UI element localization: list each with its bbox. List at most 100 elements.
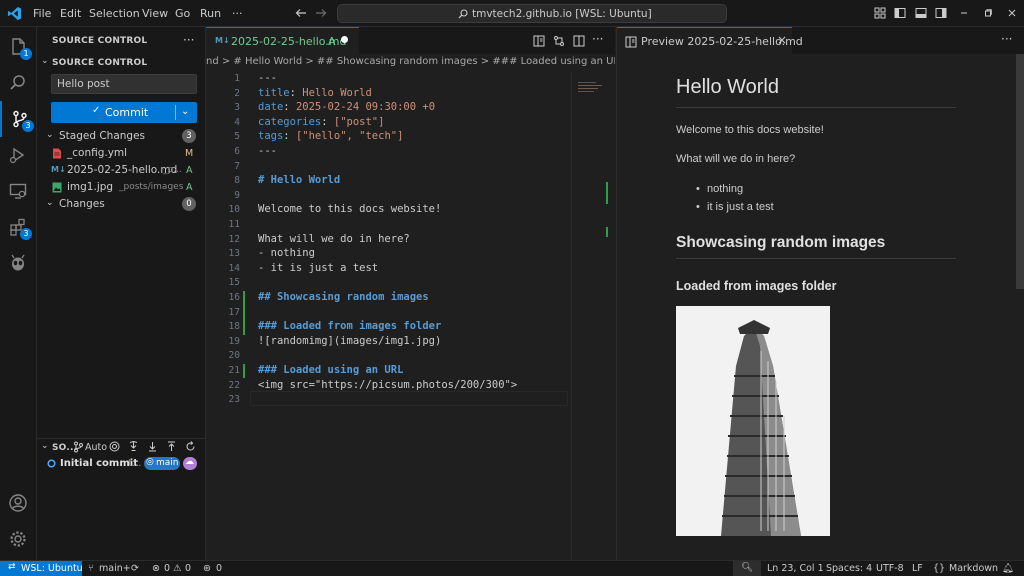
activity-manage[interactable] <box>0 521 37 557</box>
chevron-down-icon[interactable]: ⌄ <box>46 198 54 208</box>
back-arrow-icon[interactable] <box>295 7 307 19</box>
remote-icon: ⇄ <box>8 562 16 572</box>
pull-icon[interactable] <box>147 441 158 452</box>
preview-h2: Showcasing random images <box>676 234 886 251</box>
fetch-icon[interactable] <box>128 441 139 452</box>
source-control-sidebar: SOURCE CONTROL ··· ⌄ SOURCE CONTROL Hell… <box>37 27 206 560</box>
code-line: Welcome to this docs website! <box>258 203 442 216</box>
branch-badge-label: main <box>156 458 179 468</box>
h1-rule <box>676 107 956 108</box>
chevron-down-icon[interactable]: ⌄ <box>41 441 49 451</box>
branch-icon[interactable] <box>73 441 83 453</box>
list-item[interactable]: M↓ 2025-02-25-hello.md _p... A <box>37 162 206 179</box>
minimap[interactable] <box>571 72 615 560</box>
tab-preview[interactable]: Preview 2025-02-25-hello.md × <box>617 27 803 54</box>
commit-button[interactable]: Commit ✓ ⌄ <box>51 102 197 123</box>
branch-badge-icon: ◎ <box>146 457 154 467</box>
command-center-label: tmvtech2.github.io [WSL: Ubuntu] <box>472 8 652 20</box>
activity-source-control[interactable]: 3 <box>0 101 37 137</box>
commit-entry-suffix: t... <box>128 458 142 469</box>
line-number: 14 <box>228 262 240 274</box>
sync-icon[interactable]: ⟳ <box>131 563 139 574</box>
commit-button-separator <box>175 105 176 120</box>
changes-label[interactable]: Changes <box>59 198 105 210</box>
chevron-down-icon[interactable]: ⌄ <box>46 130 54 140</box>
zoom-button[interactable]: 🔍︎ <box>733 561 761 576</box>
yaml-value: ["post"] <box>327 115 385 128</box>
close-window-icon[interactable] <box>1006 7 1018 19</box>
branch-status[interactable]: main+ <box>99 563 131 574</box>
list-item[interactable]: _config.yml M <box>37 145 206 162</box>
bell-icon[interactable]: 🔔︎ <box>1002 563 1014 574</box>
customize-layout-icon[interactable] <box>874 7 886 19</box>
line-number: 17 <box>228 306 240 318</box>
activity-accounts[interactable] <box>0 485 37 521</box>
activity-search[interactable] <box>0 65 37 101</box>
file-status: A <box>186 165 193 176</box>
menu-file[interactable]: File <box>33 7 51 20</box>
toggle-secondary-sidebar-icon[interactable] <box>935 7 947 19</box>
forward-arrow-icon[interactable] <box>315 7 327 19</box>
list-item[interactable]: img1.jpg _posts/images A <box>37 179 206 196</box>
line-number: 5 <box>234 131 240 143</box>
yaml-key: date <box>258 101 284 114</box>
markdown-file-icon: M↓ <box>51 165 66 174</box>
preview-scrollbar[interactable] <box>1016 54 1024 289</box>
branch-badge[interactable]: ◎ main <box>144 457 180 470</box>
commit-dropdown-chevron-icon[interactable]: ⌄ <box>181 106 189 117</box>
toggle-primary-sidebar-icon[interactable] <box>894 7 906 19</box>
staged-changes-label[interactable]: Staged Changes <box>59 130 145 142</box>
line-number: 6 <box>234 146 240 157</box>
menu-run[interactable]: Run <box>200 7 221 20</box>
toggle-panel-icon[interactable] <box>915 7 927 19</box>
push-icon[interactable] <box>166 441 177 452</box>
preview-more-icon[interactable]: ··· <box>1001 32 1012 46</box>
code-area[interactable]: 1 --- 2 title: Hello World 3 date: 2025-02-24… <box>206 27 615 560</box>
warning-count[interactable]: 0 <box>185 563 191 574</box>
yaml-file-icon <box>53 148 61 159</box>
remote-indicator[interactable]: ⇄ WSL: Ubuntu <box>0 561 83 576</box>
line-number: 11 <box>228 219 240 230</box>
cursor-position[interactable]: Ln 23, Col 1 <box>767 563 824 574</box>
code-line: # Hello World <box>258 174 341 187</box>
ports-count[interactable]: 0 <box>216 563 222 574</box>
commit-entry[interactable]: Initial commit <box>60 458 138 469</box>
sidebar-header: SOURCE CONTROL <box>52 36 148 46</box>
activity-remote-explorer[interactable] <box>0 173 37 209</box>
menu-edit[interactable]: Edit <box>60 7 81 20</box>
line-number: 13 <box>228 248 240 260</box>
file-path: _p... <box>163 165 182 175</box>
activity-alien-extension[interactable] <box>0 245 37 281</box>
indentation[interactable]: Spaces: 4 <box>826 563 872 574</box>
activity-run-debug[interactable] <box>0 137 37 173</box>
minimize-icon[interactable] <box>958 7 970 19</box>
file-status: A <box>186 182 193 193</box>
menu-go[interactable]: Go <box>175 7 190 20</box>
preview-paragraph: Welcome to this docs website! <box>676 124 824 136</box>
remote-explorer-icon <box>9 183 27 199</box>
preview-content[interactable]: Hello World Welcome to this docs website… <box>617 54 1015 560</box>
bullet: • <box>696 183 700 195</box>
restore-icon[interactable] <box>982 7 994 19</box>
remote-badge[interactable]: ☁ <box>183 457 197 470</box>
close-tab-icon[interactable]: × <box>777 33 787 47</box>
chevron-down-icon[interactable]: ⌄ <box>41 56 49 66</box>
menu-view[interactable]: View <box>142 7 168 20</box>
command-center-search[interactable]: tmvtech2.github.io [WSL: Ubuntu] <box>337 4 727 23</box>
commit-message-input[interactable]: Hello post <box>51 74 197 94</box>
sidebar-more-icon[interactable]: ··· <box>183 33 194 47</box>
code-line: --- <box>258 145 277 157</box>
menu-selection[interactable]: Selection <box>89 7 140 20</box>
refresh-icon[interactable] <box>185 441 196 452</box>
end-of-line[interactable]: LF <box>912 563 923 574</box>
error-count[interactable]: 0 <box>164 563 170 574</box>
auto-label[interactable]: Auto <box>85 442 107 453</box>
encoding[interactable]: UTF-8 <box>876 563 904 574</box>
preview-tab-bar: Preview 2025-02-25-hello.md × ··· <box>617 27 1024 54</box>
activity-explorer[interactable]: 1 <box>0 29 37 65</box>
menu-more[interactable]: ··· <box>232 7 243 20</box>
language-mode[interactable]: Markdown <box>949 563 998 574</box>
activity-extensions[interactable]: 3 <box>0 209 37 245</box>
alien-icon <box>11 254 25 271</box>
target-icon[interactable] <box>109 441 120 452</box>
